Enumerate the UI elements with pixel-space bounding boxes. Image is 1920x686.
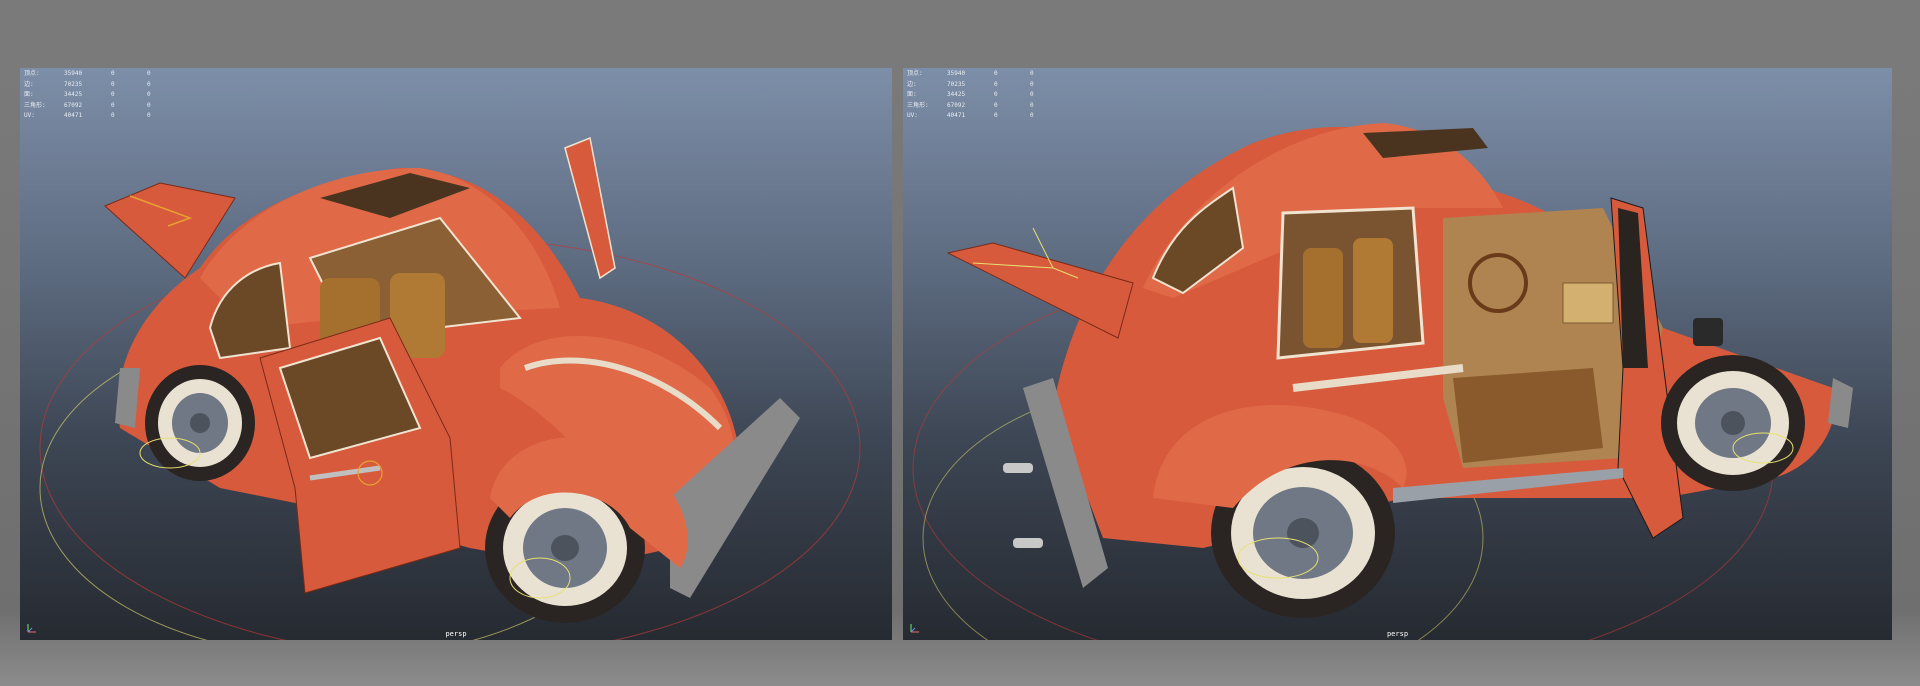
axis-icon	[910, 624, 919, 633]
hud-row-triangles: 三角形: 67092 0 0	[24, 101, 151, 109]
viewport-left[interactable]: 顶点: 35940 0 0 边: 70235 0 0 面: 34425 0 0 三角形: 67092…	[20, 68, 892, 640]
camera-label: persp	[1386, 630, 1409, 638]
hud-row-uvs: UV: 40471 0 0	[907, 112, 1034, 119]
hud-row-vertices: 顶点: 35940 0 0	[907, 70, 1034, 77]
hud-row-edges: 边: 70235 0 0	[907, 80, 1034, 88]
viewport-right[interactable]: 顶点: 35940 0 0 边: 70235 0 0 面: 34425 0 0 三角形: 67092…	[903, 68, 1892, 640]
axis-icon	[27, 624, 36, 633]
hud-row-edges: 边: 70235 0 0	[24, 80, 151, 88]
hud-row-uvs: UV: 40471 0 0	[24, 112, 151, 119]
car-model-side-view[interactable]	[903, 68, 1892, 640]
poly-count-hud: 顶点: 35940 0 0 边: 70235 0 0 面: 34425 0 0 三角形: 67092…	[907, 69, 1050, 122]
camera-label: persp	[445, 630, 467, 638]
car-model-3-4-front-view[interactable]	[20, 68, 892, 640]
hud-row-faces: 面: 34425 0 0	[907, 91, 1034, 98]
hud-row-faces: 面: 34425 0 0	[24, 91, 151, 98]
hud-row-triangles: 三角形: 67092 0 0	[907, 101, 1034, 109]
poly-count-hud: 顶点: 35940 0 0 边: 70235 0 0 面: 34425 0 0 三角形: 67092…	[24, 69, 167, 122]
hud-row-vertices: 顶点: 35940 0 0	[24, 70, 151, 77]
